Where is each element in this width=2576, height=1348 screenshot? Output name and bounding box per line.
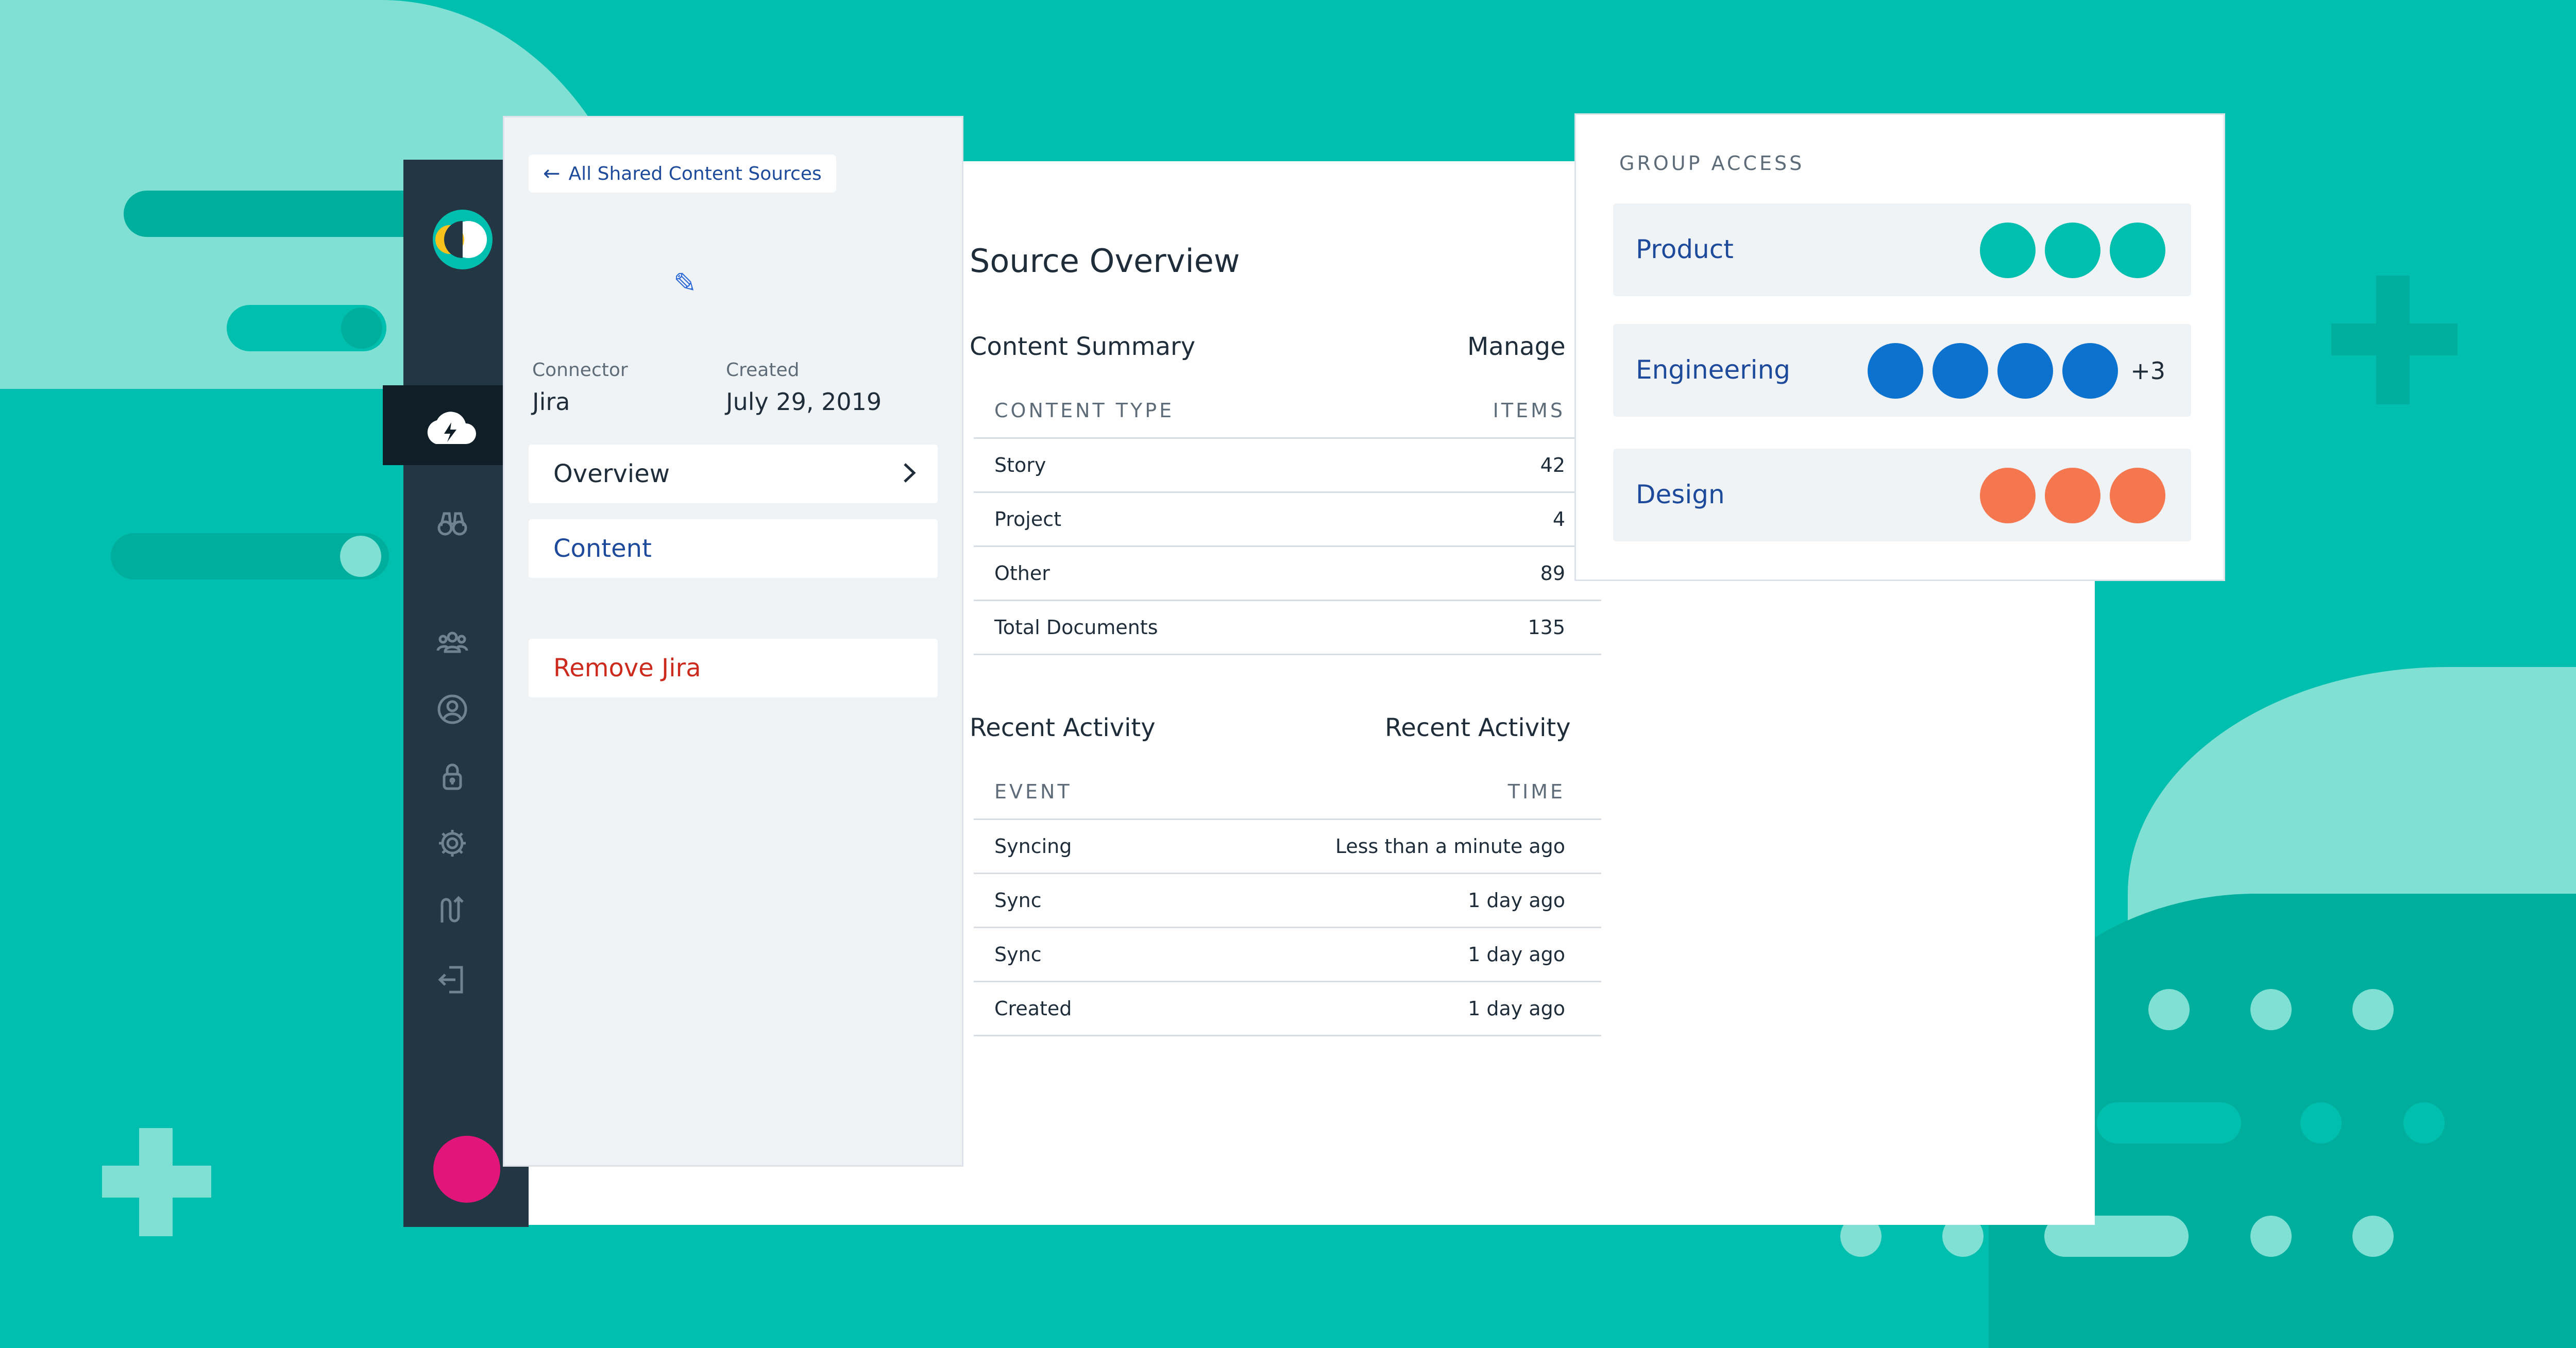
lock-icon[interactable]: [434, 760, 470, 796]
items-cell: 89: [1540, 562, 1565, 585]
logout-icon[interactable]: [434, 963, 470, 999]
pencil-edit-icon[interactable]: ✎: [673, 267, 697, 299]
decor-dot: [340, 536, 381, 577]
group-row-product[interactable]: Product: [1613, 203, 2191, 296]
group-name: Product: [1636, 234, 1734, 264]
recent-activity-heading: Recent Activity: [970, 713, 1156, 742]
decor-bar: [124, 191, 443, 237]
gear-icon[interactable]: [434, 827, 470, 863]
cloud-bolt-icon[interactable]: [421, 407, 478, 448]
binoculars-icon[interactable]: [434, 507, 470, 543]
items-cell: 135: [1528, 616, 1565, 639]
content-type-cell: Other: [994, 562, 1050, 585]
column-header-content-type: CONTENT TYPE: [994, 399, 1175, 422]
created-value: July 29, 2019: [726, 388, 882, 416]
menu-item-overview[interactable]: Overview: [529, 445, 938, 503]
member-avatar: [2045, 468, 2100, 523]
table-header: CONTENT TYPE ITEMS: [974, 384, 1601, 439]
recent-activity-link[interactable]: Recent Activity: [1385, 713, 1571, 742]
table-header: EVENT TIME: [974, 765, 1601, 820]
table-row: Project 4: [974, 493, 1601, 547]
decor-dot: [2352, 1216, 2394, 1257]
table-row: Sync 1 day ago: [974, 874, 1601, 928]
table-row: Total Documents 135: [974, 601, 1601, 655]
table-row: Syncing Less than a minute ago: [974, 820, 1601, 874]
remove-button-label: Remove Jira: [553, 654, 701, 682]
content-summary-heading: Content Summary: [970, 332, 1196, 361]
group-name: Engineering: [1636, 355, 1790, 385]
time-cell: 1 day ago: [1468, 889, 1565, 912]
arrow-left-icon: ←: [543, 162, 561, 185]
table-row: Story 42: [974, 439, 1601, 493]
group-access-card: GROUP ACCESS Product Engineering +3 Desi…: [1574, 113, 2225, 581]
back-to-sources-link[interactable]: ← All Shared Content Sources: [529, 155, 836, 193]
member-avatar: [2110, 223, 2165, 278]
column-header-items: ITEMS: [1493, 399, 1565, 422]
time-cell: 1 day ago: [1468, 997, 1565, 1020]
decor-dot: [341, 308, 382, 349]
connector-value: Jira: [532, 388, 570, 416]
page-title: Source Overview: [970, 242, 1240, 280]
source-detail-panel: ← All Shared Content Sources ✎ Connector…: [503, 116, 963, 1167]
decor-dot: [2352, 989, 2394, 1030]
table-row: Created 1 day ago: [974, 982, 1601, 1036]
group-access-title: GROUP ACCESS: [1619, 152, 1805, 175]
back-link-label: All Shared Content Sources: [568, 163, 822, 184]
items-cell: 42: [1540, 454, 1565, 476]
member-avatar: [1868, 343, 1924, 399]
user-avatar[interactable]: [433, 1136, 500, 1203]
content-type-cell: Total Documents: [994, 616, 1158, 639]
member-avatars: +3: [1868, 343, 2165, 399]
manage-link[interactable]: Manage: [1467, 332, 1566, 361]
event-cell: Created: [994, 997, 1072, 1020]
decor-dot: [2250, 989, 2292, 1030]
column-header-time: TIME: [1507, 780, 1565, 803]
decor-plus: [2331, 323, 2458, 355]
event-cell: Syncing: [994, 835, 1072, 858]
table-row: Sync 1 day ago: [974, 928, 1601, 982]
menu-item-label: Overview: [553, 459, 670, 488]
decor-plus: [102, 1166, 211, 1198]
member-avatar: [1933, 343, 1989, 399]
connector-label: Connector: [532, 360, 628, 381]
group-name: Design: [1636, 480, 1725, 509]
time-cell: 1 day ago: [1468, 943, 1565, 966]
member-avatar: [2062, 343, 2119, 399]
decor-dot: [2403, 1102, 2445, 1144]
member-avatar: [1980, 223, 2036, 278]
content-type-cell: Project: [994, 508, 1062, 531]
event-cell: Sync: [994, 889, 1042, 912]
users-icon[interactable]: [434, 626, 470, 662]
decor-dot: [2300, 1102, 2342, 1144]
content-type-cell: Story: [994, 454, 1046, 476]
decor-dot: [2250, 1216, 2292, 1257]
member-avatar: [1980, 468, 2036, 523]
items-cell: 4: [1552, 508, 1565, 531]
more-members-count: +3: [2130, 357, 2165, 385]
menu-item-label: Content: [553, 534, 652, 563]
user-circle-icon[interactable]: [434, 693, 470, 729]
event-cell: Sync: [994, 943, 1042, 966]
menu-item-content[interactable]: Content: [529, 519, 938, 578]
chevron-right-icon: [904, 463, 916, 483]
member-avatars: [1980, 468, 2165, 523]
member-avatar: [1997, 343, 2054, 399]
app-logo[interactable]: [429, 206, 496, 273]
created-label: Created: [726, 360, 800, 381]
sync-arrows-icon[interactable]: [434, 894, 470, 930]
remove-source-button[interactable]: Remove Jira: [529, 639, 938, 697]
recent-activity-table: EVENT TIME Syncing Less than a minute ag…: [974, 765, 1601, 1036]
content-summary-table: CONTENT TYPE ITEMS Story 42 Project 4 Ot…: [974, 384, 1601, 655]
member-avatar: [2045, 223, 2100, 278]
table-row: Other 89: [974, 547, 1601, 601]
decor-bar: [2097, 1102, 2241, 1144]
decor-dot: [2148, 989, 2190, 1030]
member-avatars: [1980, 223, 2165, 278]
time-cell: Less than a minute ago: [1335, 835, 1565, 858]
member-avatar: [2110, 468, 2165, 523]
group-row-engineering[interactable]: Engineering +3: [1613, 324, 2191, 417]
column-header-event: EVENT: [994, 780, 1072, 803]
group-row-design[interactable]: Design: [1613, 449, 2191, 541]
